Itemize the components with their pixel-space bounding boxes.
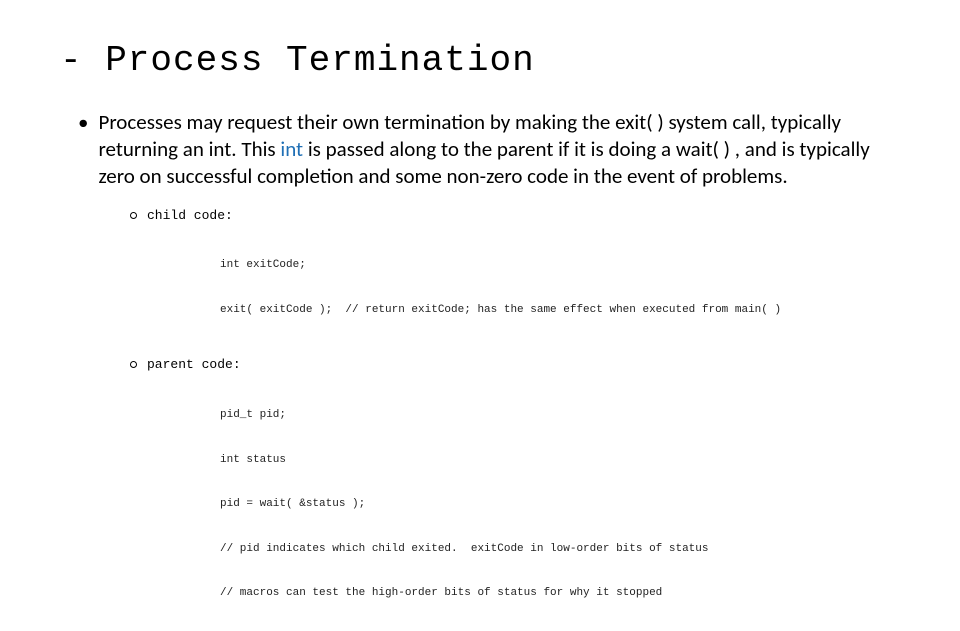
code-line: int exitCode; (220, 258, 900, 273)
code-label-row: parent code: (130, 357, 900, 372)
code-line: pid = wait( &status ); (220, 497, 900, 512)
bullet-item: • Processes may request their own termin… (78, 109, 900, 190)
code-lines: pid_t pid; int status pid = wait( &statu… (220, 378, 900, 630)
code-section-parent: parent code: pid_t pid; int status pid =… (130, 357, 900, 630)
bullet-marker: • (78, 109, 88, 190)
slide-title: - Process Termination (60, 40, 900, 81)
code-line: int status (220, 453, 900, 468)
slide: - Process Termination • Processes may re… (0, 0, 960, 540)
int-link[interactable]: int (280, 136, 303, 162)
circle-bullet-icon (130, 212, 137, 219)
code-line: // pid indicates which child exited. exi… (220, 542, 900, 557)
code-section-child: child code: int exitCode; exit( exitCode… (130, 208, 900, 348)
circle-bullet-icon (130, 361, 137, 368)
code-label: parent code: (147, 357, 241, 372)
code-label: child code: (147, 208, 233, 223)
code-line: exit( exitCode ); // return exitCode; ha… (220, 303, 900, 318)
code-line: pid_t pid; (220, 408, 900, 423)
code-lines: int exitCode; exit( exitCode ); // retur… (220, 229, 900, 348)
code-line: // macros can test the high-order bits o… (220, 586, 900, 601)
code-label-row: child code: (130, 208, 900, 223)
code-block: child code: int exitCode; exit( exitCode… (130, 208, 900, 631)
bullet-text: Processes may request their own terminat… (98, 109, 900, 190)
